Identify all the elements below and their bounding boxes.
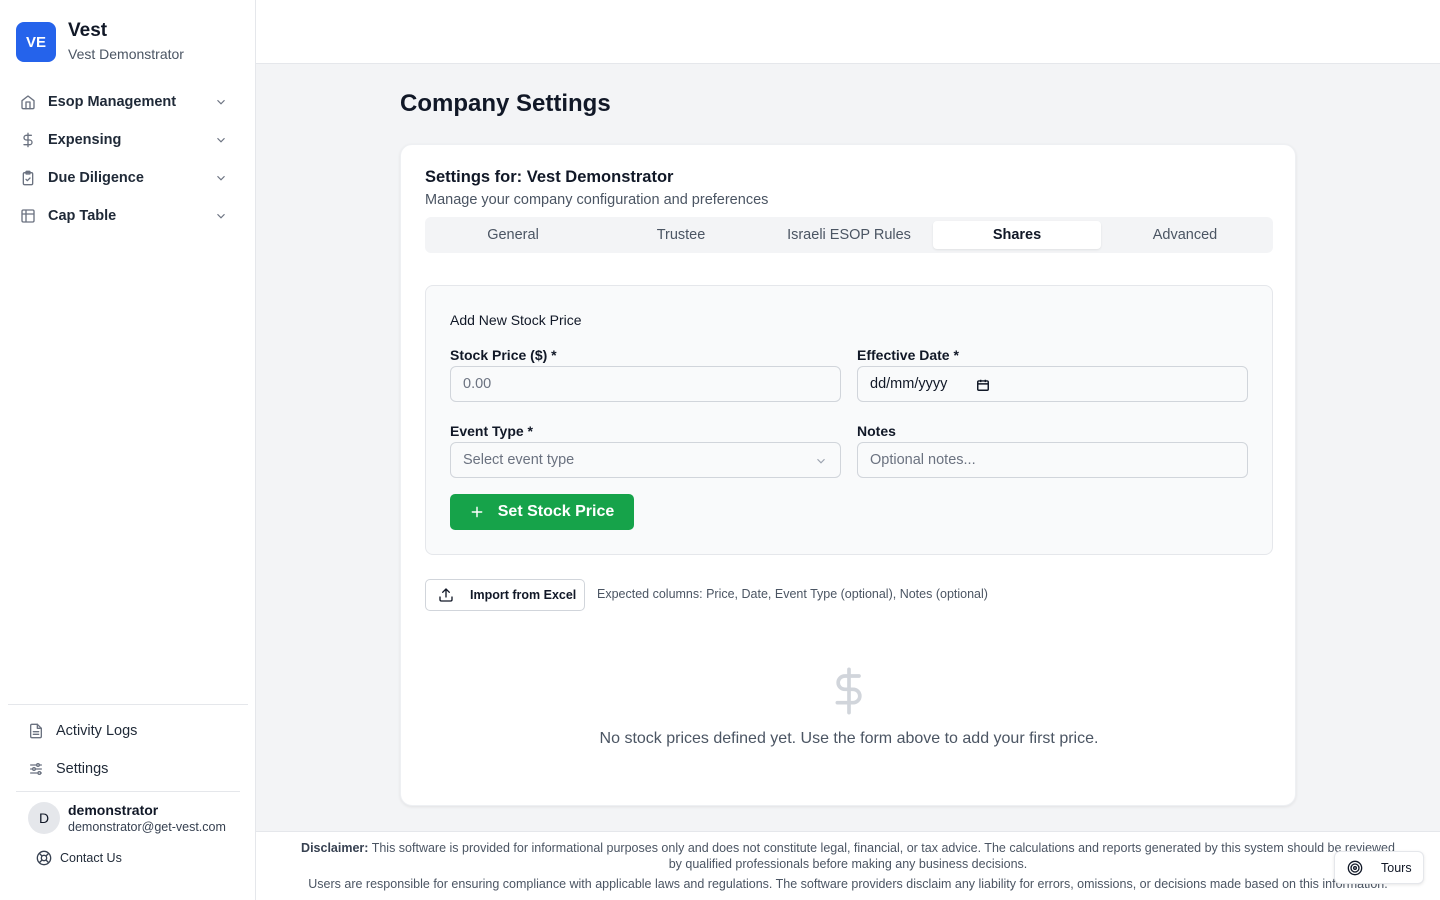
settings-tabs: General Trustee Israeli ESOP Rules Share… <box>425 217 1273 253</box>
sidebar-item-cap-table[interactable]: Cap Table <box>8 197 240 235</box>
form-title: Add New Stock Price <box>450 312 582 328</box>
import-from-excel-button[interactable]: Import from Excel <box>425 579 585 611</box>
sliders-icon <box>28 761 44 777</box>
disclaimer-text-2: Users are responsible for ensuring compl… <box>308 877 1388 891</box>
sidebar-item-label: Settings <box>56 761 109 777</box>
sidebar-item-settings[interactable]: Settings <box>16 750 240 788</box>
settings-description: Manage your company configuration and pr… <box>425 192 769 208</box>
main-content: Company Settings Settings for: Vest Demo… <box>256 64 1440 831</box>
top-bar <box>256 0 1440 64</box>
effective-date-placeholder: dd/mm/yyyy <box>870 376 948 392</box>
sidebar-item-label: Activity Logs <box>56 723 138 739</box>
target-icon <box>1347 860 1363 876</box>
table-icon <box>20 208 36 224</box>
chevron-down-icon <box>217 137 225 143</box>
disclaimer-label: Disclaimer: <box>301 841 369 855</box>
import-hint: Expected columns: Price, Date, Event Typ… <box>597 587 988 601</box>
notes-input[interactable]: Optional notes... <box>857 442 1248 478</box>
disclaimer: Disclaimer: This software is provided fo… <box>296 840 1400 872</box>
disclaimer-text: This software is provided for informatio… <box>371 841 1395 871</box>
sidebar-item-label: Cap Table <box>48 208 117 224</box>
import-from-excel-label: Import from Excel <box>470 588 577 602</box>
upload-icon <box>438 587 454 603</box>
tab-trustee[interactable]: Trustee <box>597 221 765 249</box>
chevron-down-icon <box>817 458 825 464</box>
clipboard-icon <box>20 170 36 186</box>
user-email: demonstrator@get-vest.com <box>68 820 226 834</box>
file-text-icon <box>28 723 44 739</box>
user-profile[interactable]: D demonstrator demonstrator@get-vest.com <box>28 801 226 835</box>
sidebar-item-expensing[interactable]: Expensing <box>8 121 240 159</box>
user-name: demonstrator <box>68 802 159 818</box>
settings-title: Settings for: Vest Demonstrator <box>425 168 674 186</box>
plus-icon <box>470 505 484 519</box>
sidebar-item-label: Due Diligence <box>48 170 144 186</box>
stock-price-placeholder: 0.00 <box>463 376 492 392</box>
dollar-icon <box>835 667 862 715</box>
empty-state-text: No stock prices defined yet. Use the for… <box>599 730 1099 747</box>
notes-label: Notes <box>857 423 896 439</box>
event-type-select[interactable]: Select event type <box>450 442 841 478</box>
sidebar-divider <box>8 704 248 705</box>
footer: Disclaimer: This software is provided fo… <box>256 831 1440 900</box>
home-icon <box>20 94 36 110</box>
tab-advanced[interactable]: Advanced <box>1101 221 1269 249</box>
sidebar-item-due-diligence[interactable]: Due Diligence <box>8 159 240 197</box>
settings-card: Settings for: Vest Demonstrator Manage y… <box>400 144 1296 806</box>
calendar-icon[interactable] <box>976 378 990 392</box>
tab-general[interactable]: General <box>429 221 597 249</box>
sidebar-item-activity-logs[interactable]: Activity Logs <box>16 712 240 750</box>
sidebar-bottom-nav: Activity Logs Settings <box>16 712 240 788</box>
tours-label: Tours <box>1381 860 1412 875</box>
brand-subtitle: Vest Demonstrator <box>68 46 184 62</box>
sidebar-item-label: Expensing <box>48 132 122 148</box>
sidebar-nav: Esop Management Expensing Due Diligence … <box>8 83 240 235</box>
tab-shares[interactable]: Shares <box>933 221 1101 249</box>
event-type-label: Event Type * <box>450 423 533 439</box>
brand[interactable]: VE Vest Vest Demonstrator <box>16 20 184 64</box>
sidebar-item-label: Esop Management <box>48 94 177 110</box>
sidebar-item-esop-management[interactable]: Esop Management <box>8 83 240 121</box>
page-title: Company Settings <box>400 90 611 117</box>
sidebar: VE Vest Vest Demonstrator Esop Managemen… <box>0 0 256 900</box>
chevron-down-icon <box>217 213 225 219</box>
tab-israeli-esop-rules[interactable]: Israeli ESOP Rules <box>765 221 933 249</box>
stock-price-label: Stock Price ($) * <box>450 347 557 363</box>
set-stock-price-button[interactable]: Set Stock Price <box>450 494 634 530</box>
contact-us-label: Contact Us <box>60 851 122 865</box>
notes-placeholder: Optional notes... <box>870 452 976 468</box>
tours-button[interactable]: Tours <box>1334 851 1424 884</box>
sidebar-divider <box>16 791 240 792</box>
lifebuoy-icon <box>36 850 52 866</box>
contact-us-link[interactable]: Contact Us <box>36 850 122 866</box>
set-stock-price-label: Set Stock Price <box>497 503 615 520</box>
chevron-down-icon <box>217 175 225 181</box>
chevron-down-icon <box>217 99 225 105</box>
avatar: D <box>28 802 60 834</box>
effective-date-input[interactable]: dd/mm/yyyy <box>857 366 1248 402</box>
brand-logo: VE <box>16 22 56 62</box>
event-type-placeholder: Select event type <box>463 452 575 468</box>
add-stock-price-form: Add New Stock Price Stock Price ($) * 0.… <box>425 285 1273 555</box>
effective-date-label: Effective Date * <box>857 347 959 363</box>
stock-price-input[interactable]: 0.00 <box>450 366 841 402</box>
dollar-icon <box>20 132 36 148</box>
brand-name: Vest <box>68 20 108 41</box>
